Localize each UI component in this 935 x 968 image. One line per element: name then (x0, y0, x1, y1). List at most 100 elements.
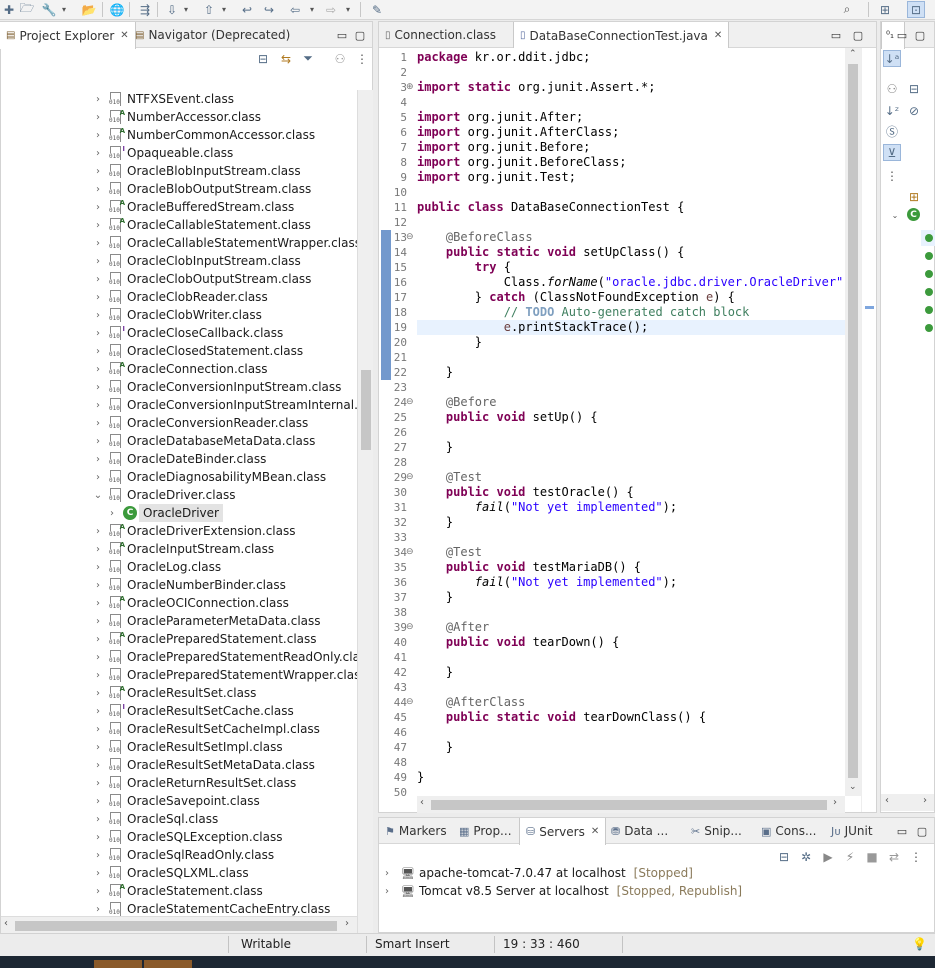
open-type-icon[interactable]: 📂 (80, 1, 98, 18)
last-edit-icon[interactable]: ↩ (238, 1, 256, 18)
code-line[interactable]: import org.junit.Test; (417, 170, 576, 185)
tree-item-class-node[interactable]: › C OracleDriver (1, 504, 357, 522)
tree-item-class-file[interactable]: › 010 OracleSQLXML.class (1, 864, 357, 882)
code-line[interactable]: public void tearDown() { (417, 635, 619, 650)
chevron-right-icon[interactable]: › (93, 108, 103, 126)
tree-item-class-file[interactable]: › 010 OracleClobWriter.class (1, 306, 357, 324)
sort-alpha-icon[interactable]: ↓ᶻ (883, 102, 901, 119)
code-line[interactable]: @Before (417, 395, 497, 410)
tree-vertical-scrollbar[interactable] (357, 90, 373, 936)
tab-navigator[interactable]: ▤ Navigator (Deprecated) (129, 22, 296, 48)
run-step-icon[interactable]: ⇶ (136, 1, 154, 18)
method-icon[interactable] (925, 288, 933, 296)
tree-item-class-file[interactable]: › 010 OraclePreparedStatementReadOnly.clas… (1, 648, 357, 666)
tree-item-class-file[interactable]: › 010 OracleResultSetCacheImpl.class (1, 720, 357, 738)
minimize-icon[interactable]: ▭ (895, 28, 909, 42)
forward-dropdown-icon[interactable]: ▾ (344, 4, 352, 14)
collapse-all-icon[interactable]: ⊟ (905, 80, 923, 97)
sort-icon[interactable]: ↓ᵃ (883, 50, 901, 67)
tab-data[interactable]: ⛃ Data ... (605, 818, 674, 844)
close-icon[interactable]: ✕ (714, 30, 722, 41)
method-icon[interactable] (925, 252, 933, 260)
code-line[interactable]: } (417, 365, 453, 380)
chevron-right-icon[interactable]: › (93, 180, 103, 198)
method-icon[interactable] (925, 234, 933, 242)
chevron-right-icon[interactable]: › (93, 738, 103, 756)
tab-snip[interactable]: ✂ Snip... (685, 818, 748, 844)
previous-annotation-dropdown-icon[interactable]: ▾ (220, 4, 228, 14)
code-line[interactable]: } (417, 590, 453, 605)
code-line[interactable]: @After (417, 620, 489, 635)
chevron-right-icon[interactable]: › (93, 684, 103, 702)
code-line[interactable]: } (417, 770, 424, 785)
tab-project-explorer[interactable]: ▤ Project Explorer ✕ (0, 22, 136, 49)
chevron-right-icon[interactable]: › (93, 666, 103, 684)
code-line[interactable]: package kr.or.ddit.jdbc; (417, 50, 590, 65)
outline-horizontal-scrollbar[interactable]: ‹ › (881, 794, 934, 811)
tools-dropdown-icon[interactable]: ▾ (60, 4, 68, 14)
code-line[interactable]: @AfterClass (417, 695, 525, 710)
tree-item-class-file[interactable]: › 010 OracleResultSetMetaData.class (1, 756, 357, 774)
code-line[interactable]: fail("Not yet implemented"); (417, 500, 677, 515)
code-line[interactable]: public static void tearDownClass() { (417, 710, 706, 725)
chevron-right-icon[interactable]: › (93, 468, 103, 486)
tree-item-class-file[interactable]: ⌄ 010 OracleDriver.class (1, 486, 357, 504)
tree-item-class-file[interactable]: › 010 OracleCallableStatementWrapper.class (1, 234, 357, 252)
fold-collapse-icon[interactable]: ⊖ (406, 695, 416, 710)
chevron-right-icon[interactable]: › (107, 504, 117, 522)
chevron-right-icon[interactable]: › (93, 342, 103, 360)
globe-icon[interactable]: 🌐 (108, 1, 126, 18)
maximize-icon[interactable]: ▢ (851, 28, 865, 42)
code-line[interactable]: public class DataBaseConnectionTest { (417, 200, 684, 215)
editor-horizontal-scrollbar[interactable]: ‹ › (417, 796, 845, 813)
chevron-right-icon[interactable]: › (93, 882, 103, 900)
tools-icon[interactable]: 🔧 (40, 1, 58, 18)
close-icon[interactable]: ✕ (591, 826, 599, 837)
code-line[interactable]: public void testOracle() { (417, 485, 634, 500)
chevron-right-icon[interactable]: › (93, 576, 103, 594)
tree-item-class-file[interactable]: › 010 OracleReturnResultSet.class (1, 774, 357, 792)
chevron-right-icon[interactable]: › (93, 630, 103, 648)
focus-icon[interactable]: ⚇ (331, 50, 349, 67)
profile-icon[interactable]: ⚡ (841, 848, 859, 865)
imports-icon[interactable]: ⊞ (905, 188, 923, 205)
tree-item-class-file[interactable]: › 010 NTFXSEvent.class (1, 90, 357, 108)
tab-prop[interactable]: ▦ Prop... (453, 818, 518, 844)
minimize-icon[interactable]: ▭ (829, 28, 843, 42)
tree-item-class-file[interactable]: › 010 OracleClobOutputStream.class (1, 270, 357, 288)
chevron-right-icon[interactable]: › (93, 864, 103, 882)
tree-item-class-file[interactable]: › 010 A OracleInputStream.class (1, 540, 357, 558)
code-area[interactable]: package kr.or.ddit.jdbc; import static or… (417, 48, 845, 796)
server-row[interactable]: › 🖥 apache-tomcat-7.0.47 at localhost [Stop… (385, 864, 693, 882)
chevron-right-icon[interactable]: › (93, 702, 103, 720)
chevron-right-icon[interactable]: › (385, 868, 397, 879)
tree-item-class-file[interactable]: › 010 A NumberAccessor.class (1, 108, 357, 126)
chevron-right-icon[interactable]: › (93, 540, 103, 558)
tree-item-class-file[interactable]: › 010 A OracleStatement.class (1, 882, 357, 900)
tree-item-class-file[interactable]: › 010 OracleSavepoint.class (1, 792, 357, 810)
tree-item-class-file[interactable]: › 010 OracleBlobOutputStream.class (1, 180, 357, 198)
new-icon[interactable]: ✚ (0, 1, 18, 18)
fold-collapse-icon[interactable]: ⊖ (406, 545, 416, 560)
fold-collapse-icon[interactable]: ⊖ (406, 620, 416, 635)
collapse-icon[interactable]: ⊟ (775, 848, 793, 865)
chevron-right-icon[interactable]: › (93, 396, 103, 414)
code-line[interactable]: fail("Not yet implemented"); (417, 575, 677, 590)
chevron-down-icon[interactable]: ⌄ (891, 210, 899, 220)
code-line[interactable]: } (417, 515, 453, 530)
tree-item-class-file[interactable]: › 010 OracleLog.class (1, 558, 357, 576)
chevron-right-icon[interactable]: › (93, 252, 103, 270)
tree-item-class-file[interactable]: › 010 OracleDateBinder.class (1, 450, 357, 468)
code-line[interactable]: @Test (417, 545, 482, 560)
tab-databaseconnectiontest[interactable]: ▯ DataBaseConnectionTest.java ✕ (513, 22, 730, 49)
code-line[interactable]: public static void setUpClass() { (417, 245, 684, 260)
hide-static-icon[interactable]: Ⓢ (883, 123, 901, 140)
back-icon[interactable]: ⇦ (286, 1, 304, 18)
tree-item-class-file[interactable]: › 010 OracleConversionInputStream.class (1, 378, 357, 396)
next-annotation-dropdown-icon[interactable]: ▾ (182, 4, 190, 14)
code-line[interactable]: public void setUp() { (417, 410, 598, 425)
code-line[interactable]: } catch (ClassNotFoundException e) { (417, 290, 735, 305)
tree-item-class-file[interactable]: › 010 OracleSQLException.class (1, 828, 357, 846)
code-line[interactable]: } (417, 335, 482, 350)
tree-item-class-file[interactable]: › 010 OracleParameterMetaData.class (1, 612, 357, 630)
